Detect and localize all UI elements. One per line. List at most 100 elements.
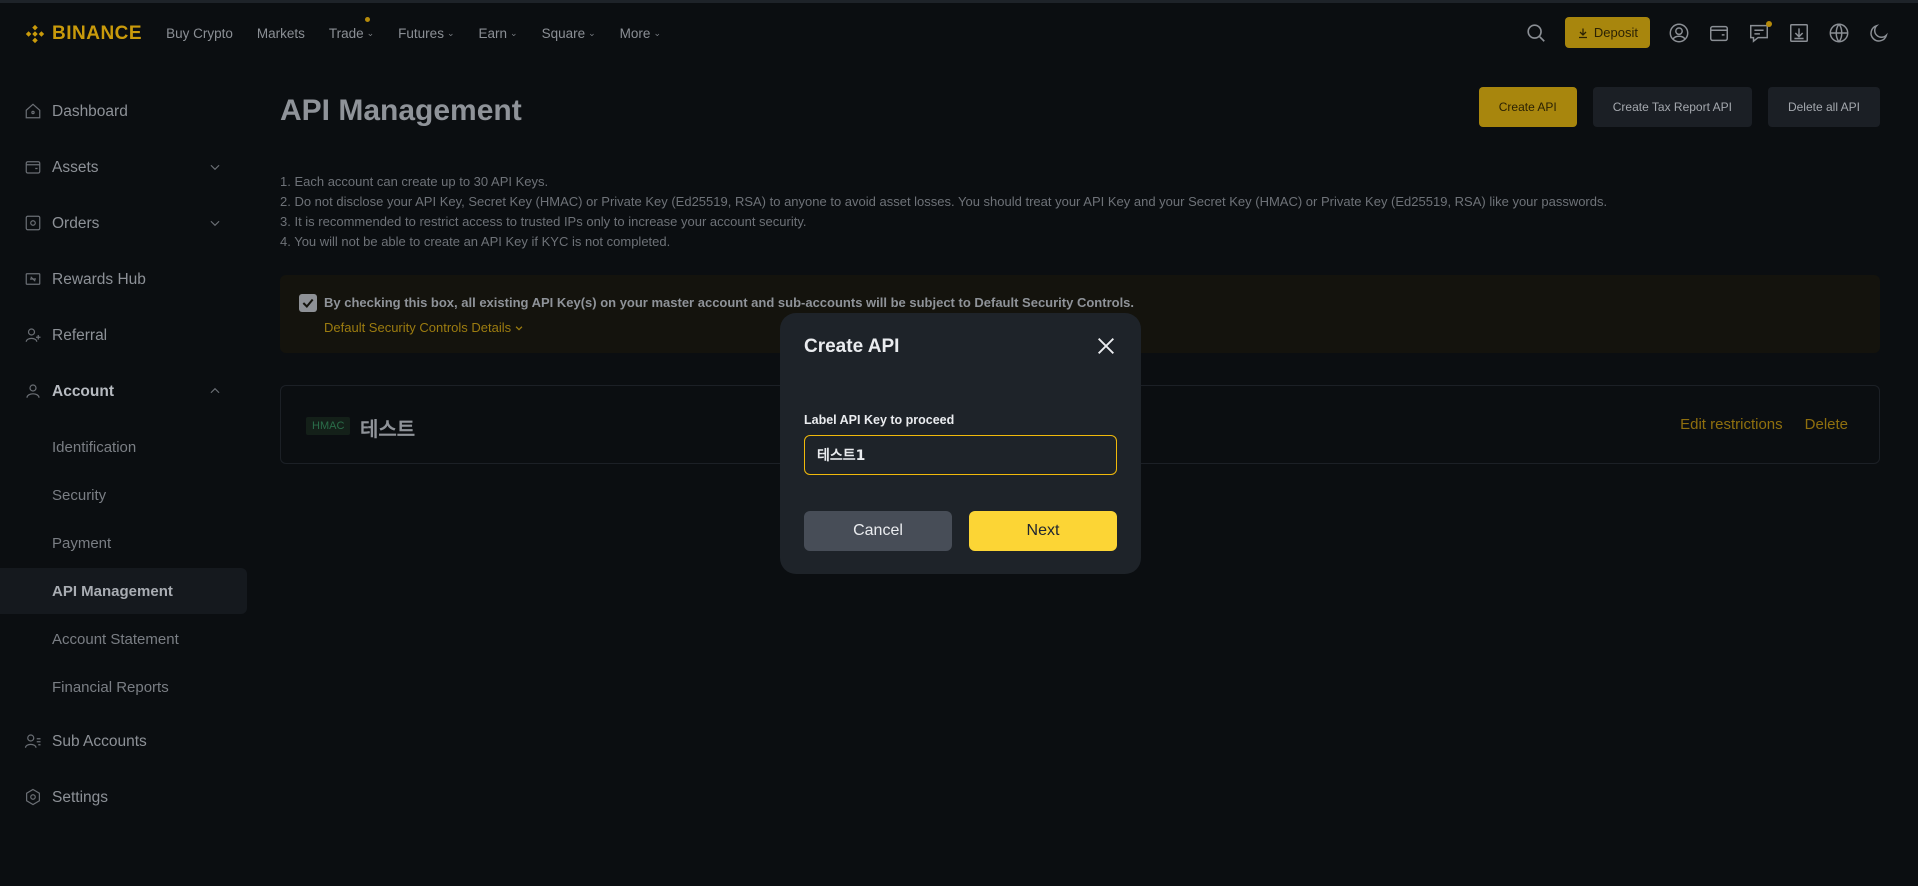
nav-label: Trade [328, 26, 364, 41]
deposit-label: Deposit [1593, 25, 1638, 40]
globe-icon[interactable] [1828, 22, 1850, 44]
sidebar-item-sub-accounts[interactable]: Sub Accounts [0, 718, 250, 766]
edit-restrictions-link[interactable]: Edit restrictions [1680, 416, 1783, 433]
sidebar-item-settings[interactable]: Settings [0, 774, 250, 822]
nav-label: Square [541, 26, 586, 41]
chevron-down-icon [210, 220, 220, 227]
wallet-icon[interactable] [1708, 22, 1730, 44]
sidebar-item-label: API Management [52, 582, 173, 600]
sidebar-item-financial-reports[interactable]: Financial Reports [0, 664, 250, 710]
users-icon [24, 732, 44, 752]
nav-label: Markets [256, 26, 305, 41]
sidebar-item-label: Security [52, 486, 107, 504]
sidebar-item-label: Account Statement [52, 630, 179, 648]
key-type-badge: HMAC [306, 417, 351, 435]
nav-label: Buy Crypto [166, 26, 233, 41]
next-button[interactable]: Next [969, 511, 1117, 551]
api-label-input[interactable] [804, 435, 1117, 475]
security-controls-checkbox[interactable] [299, 294, 317, 312]
api-label-field-label: Label API Key to proceed [804, 413, 955, 427]
sidebar-item-referral[interactable]: Referral [0, 312, 250, 360]
modal-title: Create API [804, 336, 900, 357]
messages-icon[interactable] [1748, 20, 1772, 44]
chevron-down-icon: ⌄ [588, 28, 596, 38]
moon-icon[interactable] [1868, 22, 1890, 44]
create-tax-report-api-button[interactable]: Create Tax Report API [1592, 87, 1752, 127]
nav-label: More [619, 26, 651, 41]
sidebar-item-identification[interactable]: Identification [0, 424, 250, 470]
create-api-button[interactable]: Create API [1478, 87, 1577, 127]
cancel-button[interactable]: Cancel [804, 511, 952, 551]
sidebar-item-label: Referral [52, 327, 108, 344]
note-line: 2. Do not disclose your API Key, Secret … [280, 194, 1608, 209]
sidebar-item-payment[interactable]: Payment [0, 520, 250, 566]
nav-trade[interactable]: Trade ⌄ [328, 17, 375, 41]
note-line: 1. Each account can create up to 30 API … [280, 174, 549, 189]
security-controls-text: By checking this box, all existing API K… [324, 295, 1135, 310]
nav-earn[interactable]: Earn ⌄ [479, 26, 518, 41]
chevron-down-icon [515, 325, 523, 331]
search-icon[interactable] [1525, 22, 1547, 44]
sidebar-item-label: Account [52, 383, 114, 400]
nav-markets[interactable]: Markets [257, 26, 305, 41]
top-right-actions: Deposit [1525, 17, 1890, 48]
sidebar-item-account-statement[interactable]: Account Statement [0, 616, 250, 662]
deposit-button[interactable]: Deposit [1564, 17, 1650, 48]
download-icon[interactable] [1788, 22, 1810, 44]
sidebar-item-label: Assets [52, 159, 99, 176]
sidebar-item-label: Dashboard [52, 103, 128, 120]
chevron-down-icon [210, 164, 220, 171]
page-title: API Management [280, 94, 522, 127]
api-key-actions: Edit restrictions Delete [1680, 416, 1848, 433]
sidebar-item-assets[interactable]: Assets [0, 144, 250, 192]
sidebar-item-label: Identification [52, 438, 137, 456]
user-icon [24, 382, 44, 402]
security-controls-details-link[interactable]: Default Security Controls Details [324, 320, 524, 335]
top-navbar: BINANCE Buy Crypto Markets Trade ⌄ Future… [0, 0, 1918, 64]
sidebar-item-label: Sub Accounts [52, 733, 147, 750]
wallet-icon [24, 158, 44, 178]
link-label: Default Security Controls Details [324, 320, 512, 335]
chevron-down-icon: ⌄ [366, 28, 375, 38]
note-line: 3. It is recommended to restrict access … [280, 214, 807, 229]
nav-futures[interactable]: Futures ⌄ [398, 26, 454, 41]
api-key-name: 테스트 [360, 419, 416, 441]
user-plus-icon [24, 326, 44, 346]
binance-logo-icon [25, 24, 45, 43]
api-notes: 1. Each account can create up to 30 API … [280, 172, 1607, 252]
delete-all-api-button[interactable]: Delete all API [1767, 87, 1880, 127]
chevron-down-icon: ⌄ [653, 28, 661, 38]
ticket-icon [24, 270, 44, 290]
brand-name: BINANCE [52, 22, 143, 44]
create-api-modal: Create API Label API Key to proceed Canc… [780, 313, 1141, 574]
note-line: 4. You will not be able to create an API… [280, 234, 671, 249]
sidebar-item-api-management[interactable]: API Management [0, 568, 247, 614]
orders-icon [24, 214, 44, 234]
delete-key-link[interactable]: Delete [1805, 416, 1848, 433]
sidebar: Dashboard Assets Orders Rewards Hub Refe… [0, 64, 250, 830]
home-icon [24, 102, 44, 122]
sidebar-item-account[interactable]: Account [0, 368, 250, 416]
binance-logo[interactable]: BINANCE [24, 23, 142, 45]
notification-dot [1766, 20, 1772, 27]
sidebar-item-rewards-hub[interactable]: Rewards Hub [0, 256, 250, 304]
nav-square[interactable]: Square ⌄ [542, 26, 596, 41]
sidebar-item-security[interactable]: Security [0, 472, 250, 518]
nav-more[interactable]: More ⌄ [620, 26, 661, 41]
sidebar-item-label: Orders [52, 215, 100, 232]
main-nav: Buy Crypto Markets Trade ⌄ Futures ⌄ Earn ⌄… [166, 17, 685, 41]
nav-label: Futures [398, 26, 444, 41]
download-icon [1578, 28, 1587, 38]
sidebar-item-orders[interactable]: Orders [0, 200, 250, 248]
chevron-down-icon: ⌄ [446, 28, 455, 38]
sidebar-item-dashboard[interactable]: Dashboard [0, 88, 250, 136]
close-icon[interactable] [1095, 335, 1117, 357]
user-icon[interactable] [1668, 22, 1690, 44]
sidebar-item-label: Rewards Hub [52, 271, 146, 288]
sidebar-item-label: Settings [52, 789, 109, 806]
checkmark-icon [302, 298, 314, 309]
sidebar-item-label: Financial Reports [52, 678, 169, 696]
sidebar-item-label: Payment [52, 534, 112, 552]
nav-buy-crypto[interactable]: Buy Crypto [166, 26, 233, 41]
notification-dot [364, 17, 370, 22]
